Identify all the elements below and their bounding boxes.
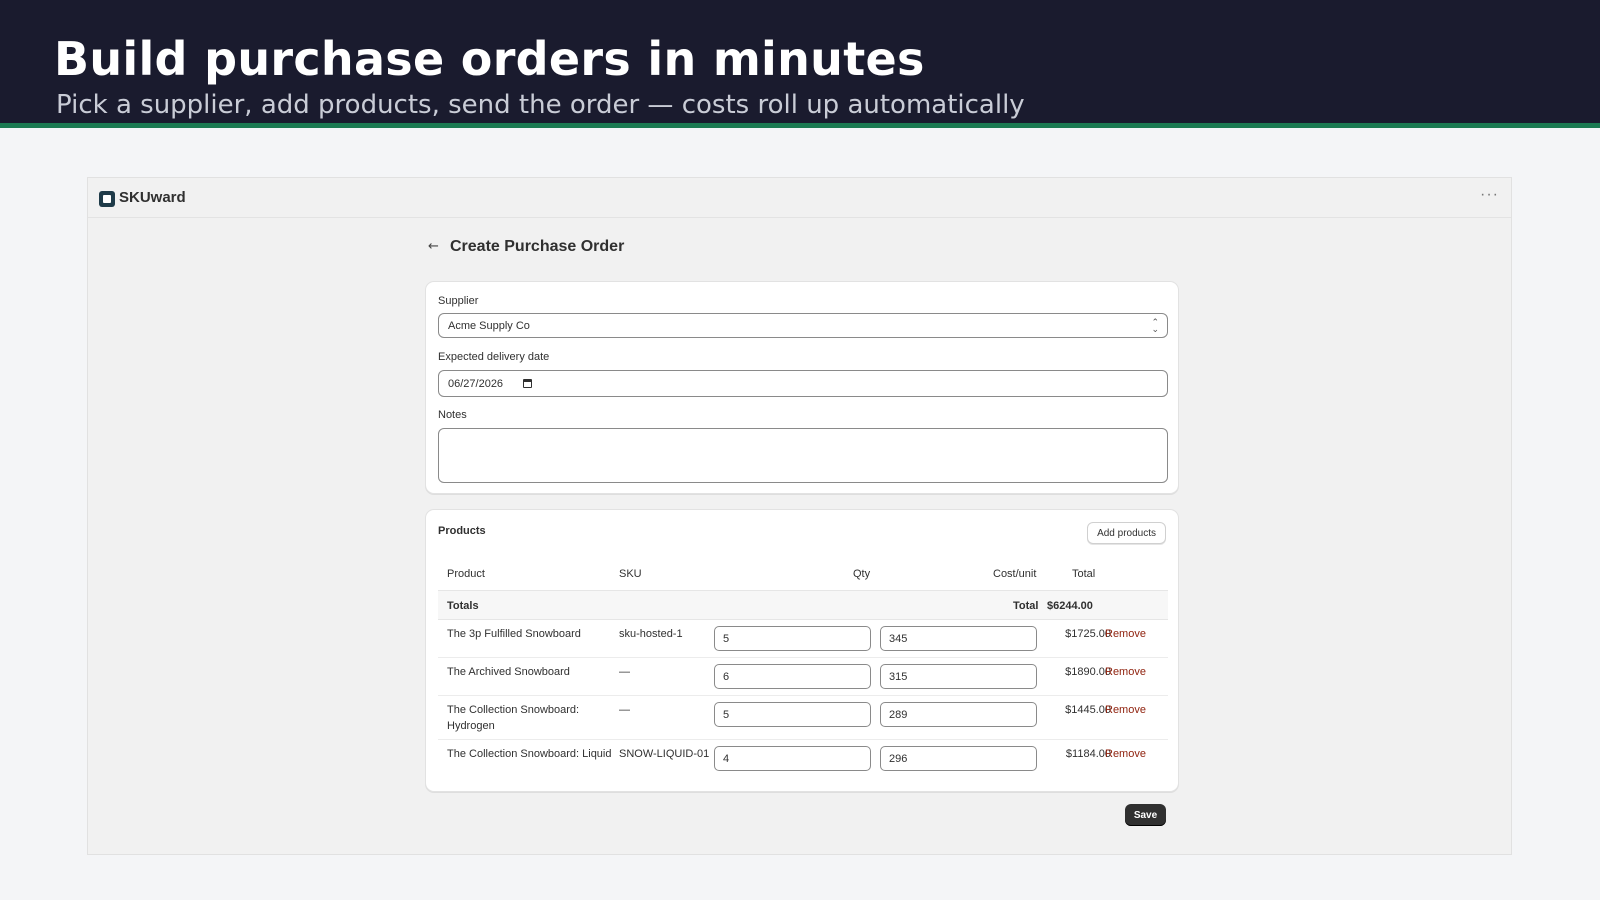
- qty-input[interactable]: 6: [714, 664, 871, 689]
- cost-input[interactable]: 345: [880, 626, 1037, 651]
- qty-input[interactable]: 5: [714, 626, 871, 651]
- delivery-date-label: Expected delivery date: [438, 351, 550, 363]
- remove-button[interactable]: Remove: [1105, 626, 1146, 642]
- totals-label: Totals: [447, 600, 479, 612]
- brand-name: SKUward: [119, 189, 186, 206]
- supplier-value: Acme Supply Co: [448, 319, 530, 332]
- column-header-cost: Cost/unit: [993, 568, 1037, 580]
- product-sku: —: [619, 704, 630, 716]
- notes-textarea[interactable]: [438, 428, 1168, 483]
- column-header-sku: SKU: [619, 568, 642, 580]
- cost-input[interactable]: 296: [880, 746, 1037, 771]
- cost-input[interactable]: 315: [880, 664, 1037, 689]
- app-window: SKUward ··· ← Create Purchase Order Supp…: [87, 177, 1512, 855]
- table-row: The Collection Snowboard: Liquid SNOW-LI…: [438, 740, 1168, 778]
- qty-input[interactable]: 5: [714, 702, 871, 727]
- brand-logo-icon: [99, 191, 115, 207]
- products-card: Products Add products Product SKU Qty Co…: [425, 509, 1179, 792]
- delivery-date-value: 06/27/2026: [448, 377, 504, 390]
- back-arrow-icon[interactable]: ←: [428, 239, 439, 254]
- page-title: Create Purchase Order: [450, 238, 625, 255]
- cost-input[interactable]: 289: [880, 702, 1037, 727]
- hero-title: Build purchase orders in minutes: [54, 32, 925, 86]
- column-header-total: Total: [1072, 568, 1096, 580]
- products-title: Products: [438, 525, 486, 537]
- table-row: The 3p Fulfilled Snowboard sku-hosted-1 …: [438, 620, 1168, 658]
- delivery-date-input[interactable]: 06/27/2026: [438, 370, 1168, 397]
- hero-banner: Build purchase orders in minutes Pick a …: [0, 0, 1600, 128]
- product-sku: sku-hosted-1: [619, 628, 683, 640]
- product-name: The 3p Fulfilled Snowboard: [447, 628, 581, 640]
- product-name: The Collection Snowboard: Hydrogen: [447, 704, 580, 732]
- table-row: The Archived Snowboard — 6 315 $1890.00 …: [438, 658, 1168, 696]
- supplier-select[interactable]: Acme Supply Co ⌃ ⌄: [438, 313, 1168, 338]
- remove-button[interactable]: Remove: [1105, 702, 1146, 718]
- product-sku: SNOW-LIQUID-01: [619, 748, 710, 760]
- add-products-button[interactable]: Add products: [1087, 522, 1166, 544]
- notes-label: Notes: [438, 409, 467, 421]
- select-chevron-icon: ⌃ ⌄: [1151, 317, 1159, 334]
- table-row: The Collection Snowboard: Hydrogen — 5 2…: [438, 696, 1168, 740]
- product-sku: —: [619, 666, 630, 678]
- qty-input[interactable]: 4: [714, 746, 871, 771]
- totals-total-value: $6244.00: [1047, 600, 1093, 612]
- product-name: The Collection Snowboard: Liquid: [447, 748, 612, 760]
- save-button[interactable]: Save: [1125, 804, 1166, 826]
- column-header-qty: Qty: [853, 568, 871, 580]
- remove-button[interactable]: Remove: [1105, 746, 1146, 762]
- order-details-card: Supplier Acme Supply Co ⌃ ⌄ Expected deli…: [425, 281, 1179, 494]
- remove-button[interactable]: Remove: [1105, 664, 1146, 680]
- app-topbar: SKUward ···: [88, 178, 1511, 218]
- totals-total-label: Total: [1013, 600, 1039, 612]
- hero-subtitle: Pick a supplier, add products, send the …: [56, 90, 1025, 120]
- supplier-label: Supplier: [438, 295, 479, 307]
- more-actions-icon[interactable]: ···: [1480, 186, 1499, 204]
- totals-row: Totals Total $6244.00: [438, 590, 1168, 620]
- column-header-product: Product: [447, 568, 485, 580]
- product-name: The Archived Snowboard: [447, 666, 570, 678]
- calendar-icon[interactable]: [523, 379, 533, 388]
